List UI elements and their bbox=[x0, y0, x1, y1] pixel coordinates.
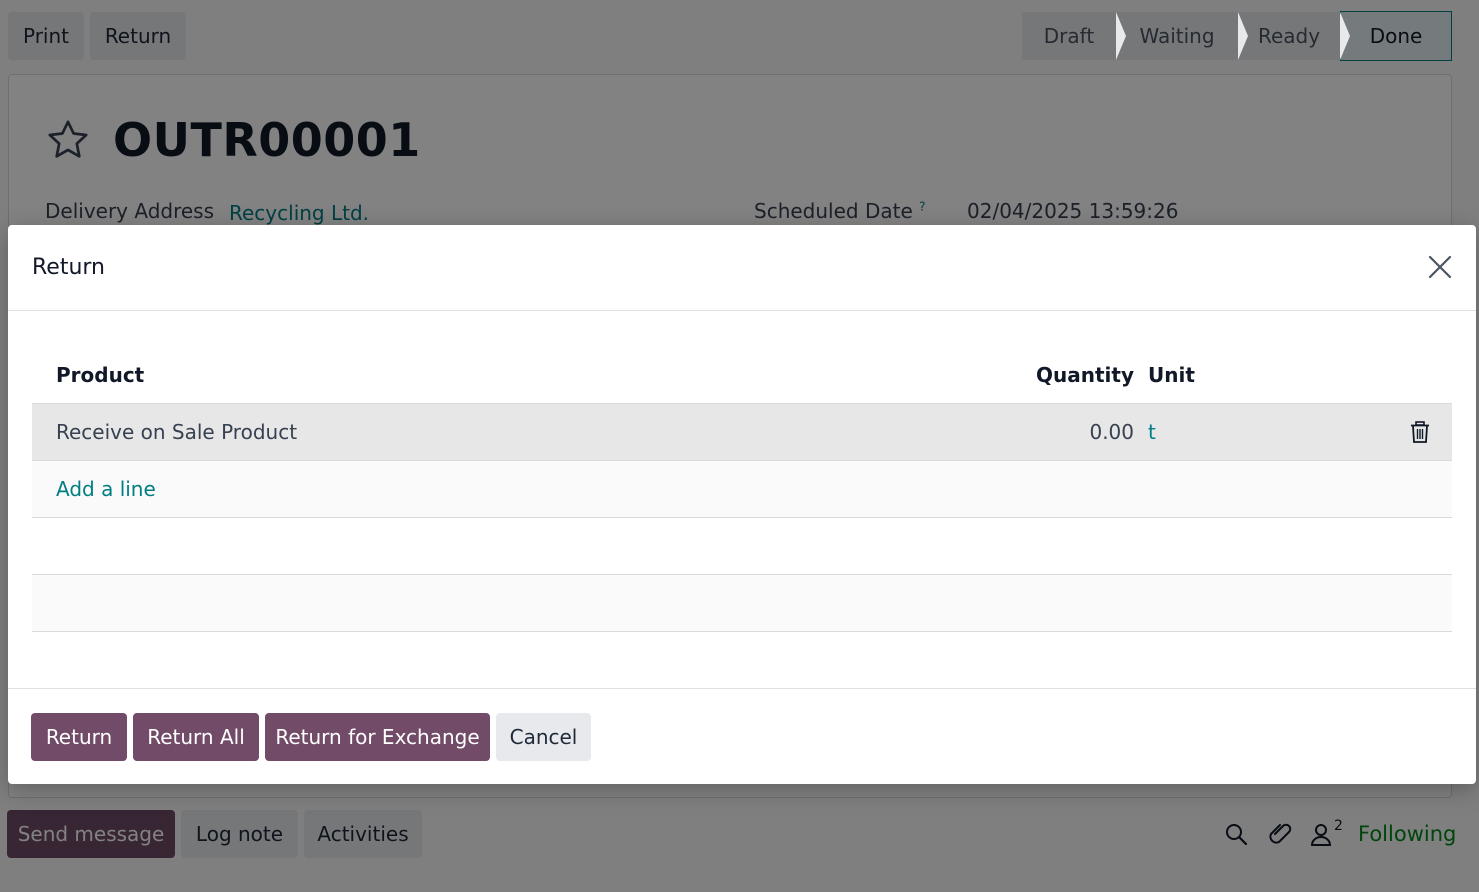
return-all-button[interactable]: Return All bbox=[133, 713, 259, 761]
return-for-exchange-button[interactable]: Return for Exchange bbox=[265, 713, 490, 761]
cancel-button[interactable]: Cancel bbox=[496, 713, 591, 761]
close-icon[interactable] bbox=[1426, 253, 1454, 281]
add-line-link[interactable]: Add a line bbox=[56, 477, 156, 501]
quantity-cell[interactable]: 0.00 bbox=[1089, 420, 1134, 444]
table-row bbox=[32, 518, 1452, 575]
delete-row-trash-icon[interactable] bbox=[1410, 421, 1430, 443]
column-header-unit[interactable]: Unit bbox=[1148, 363, 1195, 387]
return-lines-table: Product Quantity Unit Receive on Sale Pr… bbox=[32, 353, 1452, 632]
return-confirm-button[interactable]: Return bbox=[31, 713, 127, 761]
unit-cell[interactable]: t bbox=[1148, 420, 1156, 444]
table-row bbox=[32, 575, 1452, 632]
table-row: Add a line bbox=[32, 461, 1452, 518]
table-row[interactable]: Receive on Sale Product 0.00 t bbox=[32, 404, 1452, 461]
product-cell[interactable]: Receive on Sale Product bbox=[56, 420, 297, 444]
dialog-header: Return bbox=[8, 225, 1476, 311]
table-header: Product Quantity Unit bbox=[32, 353, 1452, 404]
column-header-quantity[interactable]: Quantity bbox=[1036, 363, 1134, 387]
return-dialog: Return Product Quantity Unit Receive on … bbox=[8, 225, 1476, 784]
dialog-title: Return bbox=[32, 255, 106, 280]
column-header-product[interactable]: Product bbox=[56, 363, 144, 387]
dialog-footer: Return Return All Return for Exchange Ca… bbox=[8, 688, 1476, 785]
